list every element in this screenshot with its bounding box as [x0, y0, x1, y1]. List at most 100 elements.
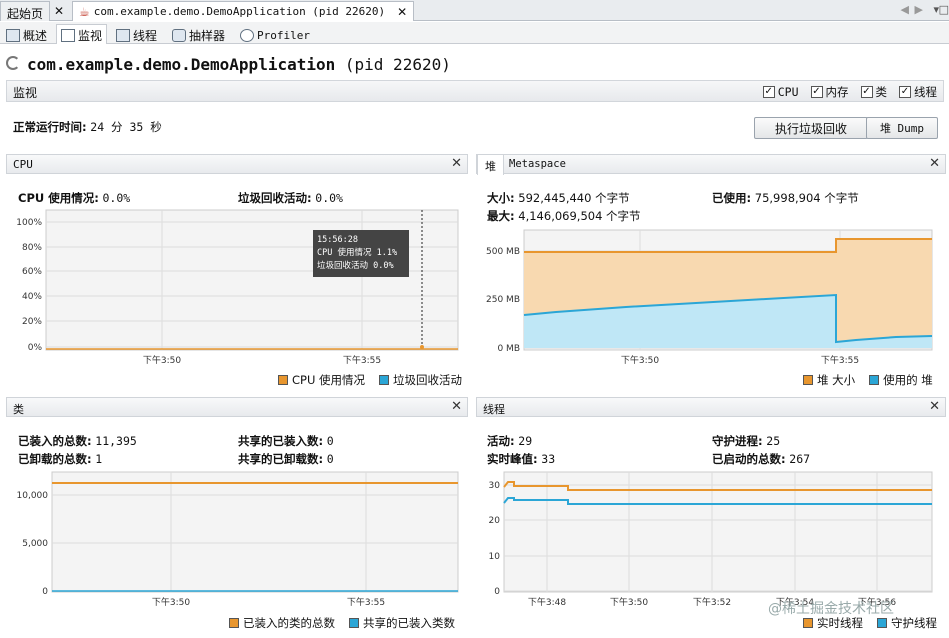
- tab-sampler[interactable]: 抽样器: [168, 24, 229, 44]
- monitor-icon: [61, 29, 75, 42]
- heap-max: 最大: 4,146,069,504 个字节: [487, 208, 641, 224]
- legend-label: 已装入的类的总数: [243, 616, 335, 630]
- legend-classes-loaded: 已装入的类的总数: [229, 615, 335, 631]
- legend-label: 垃圾回收活动: [393, 373, 463, 387]
- legend-swatch: [803, 375, 813, 385]
- classes-chart: 10,000 5,000 0 下午3:50 下午3:55: [17, 471, 459, 608]
- tab-application[interactable]: ☕ com.example.demo.DemoApplication (pid …: [72, 1, 415, 21]
- classes-x-tick-label: 下午3:50: [152, 596, 190, 608]
- heap-dump-button[interactable]: 堆 Dump: [866, 117, 938, 139]
- threads-chart: 3020100下午3:48 下午3:50 下午3:52 下午3:54 下午3:56: [489, 471, 933, 608]
- cpu-tooltip-time: 15:56:28: [317, 235, 358, 245]
- legend-heap-used: 使用的 堆: [869, 372, 933, 388]
- classes-plot-area: [51, 471, 459, 593]
- cpu-chart: 100%80%60%40%20%0%下午3:50 下午3:55 15:56:28 …: [16, 209, 459, 366]
- cpu-tooltip-cpu: CPU 使用情况 1.1%: [317, 247, 397, 258]
- legend-swatch: [278, 375, 288, 385]
- tab-application-label: com.example.demo.DemoApplication (pid 22…: [93, 5, 386, 18]
- close-icon[interactable]: ✕: [929, 156, 940, 171]
- java-icon: ☕: [79, 4, 90, 19]
- threads-x-tick-label: 下午3:48: [528, 596, 566, 608]
- cpu-legend: CPU 使用情况 垃圾回收活动: [278, 372, 462, 388]
- threads-peak-value: 33: [541, 452, 556, 466]
- classes-panel-title: 类: [13, 403, 24, 416]
- tab-threads[interactable]: 线程: [112, 24, 161, 44]
- maximize-icon[interactable]: □: [939, 3, 949, 16]
- checkbox-memory[interactable]: ✓ 内存: [810, 84, 849, 100]
- threads-peak-label: 实时峰值:: [487, 452, 538, 466]
- legend-swatch: [349, 618, 359, 628]
- heap-legend: 堆 大小 使用的 堆: [803, 372, 933, 388]
- close-icon[interactable]: ✕: [929, 399, 940, 414]
- threads-live-label: 活动:: [487, 434, 515, 448]
- tab-close-start[interactable]: ✕: [52, 1, 66, 21]
- sampler-icon: [172, 28, 186, 42]
- heap-x-tick-label: 下午3:50: [621, 354, 659, 366]
- classes-shared-loaded: 共享的已装入数: 0: [238, 433, 334, 449]
- heap-max-value: 4,146,069,504 个字节: [518, 209, 641, 223]
- legend-classes-shared: 共享的已装入类数: [349, 615, 455, 631]
- threads-daemon-value: 25: [766, 434, 781, 448]
- perform-gc-button[interactable]: 执行垃圾回收: [754, 117, 868, 139]
- threads-daemon: 守护进程: 25: [712, 433, 780, 449]
- scroll-left-icon[interactable]: ◀: [901, 3, 909, 16]
- heap-used: 已使用: 75,998,904 个字节: [712, 190, 859, 206]
- classes-loaded: 已装入的总数: 11,395: [18, 433, 137, 449]
- tab-profiler-label: Profiler: [257, 28, 310, 42]
- uptime-value: 24 分 35 秒: [90, 120, 162, 134]
- heap-max-label: 最大:: [487, 209, 515, 223]
- check-icon: ✓: [810, 86, 823, 98]
- threads-legend: 实时线程 守护线程: [803, 615, 937, 631]
- threads-panel-title: 线程: [483, 403, 505, 416]
- legend-label: 守护线程: [891, 616, 937, 630]
- legend-label: 实时线程: [817, 616, 863, 630]
- threads-started: 已启动的总数: 267: [712, 451, 810, 467]
- classes-shared-unloaded-label: 共享的已卸载数:: [238, 452, 324, 466]
- checkbox-cpu[interactable]: ✓ CPU: [762, 84, 799, 100]
- checkbox-classes-label: 类: [875, 85, 888, 99]
- tab-start-label: 起始页: [7, 7, 44, 21]
- classes-unloaded-label: 已卸载的总数:: [18, 452, 92, 466]
- heap-x-tick-label: 下午3:55: [821, 354, 859, 366]
- legend-swatch: [803, 618, 813, 628]
- threads-peak: 实时峰值: 33: [487, 451, 555, 467]
- close-icon[interactable]: ✕: [451, 399, 462, 414]
- tab-heap[interactable]: 堆: [477, 154, 504, 175]
- tab-threads-label: 线程: [133, 28, 158, 43]
- tab-monitor[interactable]: 监视: [56, 24, 108, 44]
- classes-shared-unloaded: 共享的已卸载数: 0: [238, 451, 334, 467]
- threads-y-tick-label: 30: [489, 481, 501, 491]
- legend-swatch: [379, 375, 390, 385]
- legend-swatch: [869, 375, 880, 385]
- overview-icon: [6, 28, 20, 42]
- tab-metaspace[interactable]: Metaspace: [509, 158, 566, 170]
- heap-size: 大小: 592,445,440 个字节: [487, 190, 630, 206]
- legend-gc-activity: 垃圾回收活动: [379, 372, 462, 388]
- legend-swatch: [229, 618, 239, 628]
- tab-start-page[interactable]: 起始页: [0, 1, 51, 21]
- classes-legend: 已装入的类的总数 共享的已装入类数: [229, 615, 455, 631]
- checkbox-classes[interactable]: ✓ 类: [860, 84, 888, 100]
- legend-threads-daemon: 守护线程: [877, 615, 937, 631]
- checkbox-threads[interactable]: ✓ 线程: [899, 84, 937, 100]
- threads-started-value: 267: [789, 452, 811, 466]
- tab-overview[interactable]: 概述: [2, 24, 51, 44]
- check-icon: ✓: [762, 86, 775, 98]
- threads-x-tick-label: 下午3:50: [610, 596, 648, 608]
- check-icon: ✓: [860, 86, 873, 98]
- cpu-y-tick-label: 40%: [22, 292, 42, 302]
- tab-profiler[interactable]: Profiler: [236, 24, 314, 44]
- classes-y-tick-label: 0: [42, 587, 48, 597]
- cpu-y-tick-label: 80%: [22, 243, 42, 253]
- scroll-right-icon[interactable]: ▶: [915, 3, 923, 16]
- legend-cpu-usage: CPU 使用情况: [278, 372, 365, 388]
- cpu-y-tick-label: 0%: [28, 343, 43, 353]
- heap-chart: 500 MB 250 MB 0 MB 下午3:50 下午3:55: [486, 229, 933, 366]
- legend-label: 堆 大小: [817, 373, 856, 387]
- tab-monitor-label: 监视: [78, 29, 103, 43]
- monitor-checkboxes: ✓ CPU ✓ 内存 ✓ 类 ✓ 线程: [751, 84, 937, 100]
- page-title: com.example.demo.DemoApplication (pid 22…: [27, 55, 451, 74]
- tab-close-application[interactable]: ✕: [397, 5, 407, 19]
- close-icon[interactable]: ✕: [451, 156, 462, 171]
- cpu-x-tick-label: 下午3:55: [343, 354, 381, 366]
